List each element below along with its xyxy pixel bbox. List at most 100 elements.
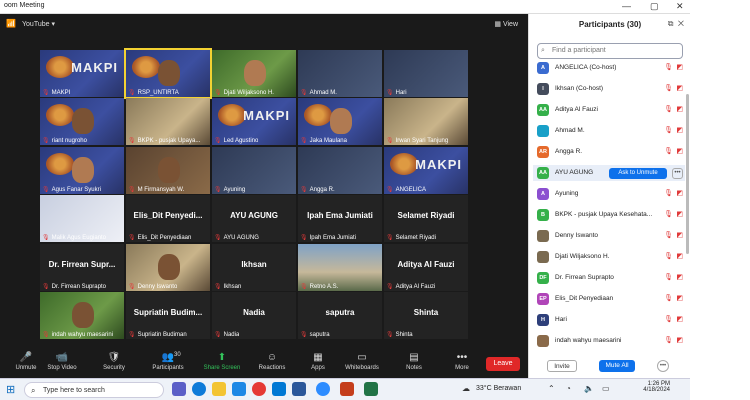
video-tile[interactable]: Elis_Dit Penyedi... 🎙 Elis_Dit Penyediaan	[126, 195, 210, 242]
video-tile[interactable]: MAKPI 🎙 MAKPI	[40, 50, 124, 97]
tile-name-label: 🎙 Retno A.S.	[300, 283, 338, 290]
video-tile[interactable]: 🎙 M Firmansyah W.	[126, 147, 210, 194]
video-tile[interactable]: 🎙 Ayuning	[212, 147, 296, 194]
close-icon[interactable]: ✕	[676, 1, 684, 12]
video-tile[interactable]: MAKPI 🎙 ANGELICA	[384, 147, 468, 194]
tile-name-text: Irwan Syari Tanjung	[395, 138, 449, 144]
participant-row[interactable]: A ANGELICA (Co-host) 🎙 ◩	[533, 60, 685, 76]
toolbar-more-button[interactable]: ••• More	[440, 352, 484, 371]
panel-more-button[interactable]: •••	[657, 360, 669, 372]
participant-row[interactable]: AA Aditya Al Fauzi 🎙 ◩	[533, 102, 685, 118]
edge-icon[interactable]	[192, 382, 206, 396]
zoom-icon[interactable]	[316, 382, 330, 396]
participant-row[interactable]: Ahmad M. 🎙 ◩	[533, 123, 685, 139]
store-icon[interactable]	[232, 382, 246, 396]
video-tile[interactable]: 🎙 indah wahyu maesarini	[40, 292, 124, 339]
maximize-icon[interactable]: ▢	[650, 1, 659, 12]
participant-row[interactable]: indah wahyu maesarini 🎙 ◩	[533, 333, 685, 349]
toolbar-participants-button[interactable]: 👥 30 Participants	[146, 352, 190, 371]
search-icon: ⌕	[541, 47, 545, 54]
toolbar-security-button[interactable]: 🛡 Security	[92, 352, 136, 371]
leave-button[interactable]: Leave	[486, 357, 520, 371]
video-tile[interactable]: Shinta 🎙 Shinta	[384, 292, 468, 339]
video-off-icon: ◩	[676, 85, 683, 92]
file-explorer-icon[interactable]	[212, 382, 226, 396]
toolbar-reactions-button[interactable]: ☺ Reactions	[250, 352, 294, 371]
participant-row[interactable]: EP Elis_Dit Penyediaan 🎙 ◩	[533, 291, 685, 307]
ask-to-unmute-button[interactable]: Ask to Unmute	[609, 168, 667, 179]
mail-icon[interactable]	[272, 382, 286, 396]
participant-row[interactable]: AR Angga R. 🎙 ◩	[533, 144, 685, 160]
battery-icon[interactable]: ▭	[602, 384, 610, 393]
video-tile[interactable]: Aditya Al Fauzi 🎙 Aditya Al Fauzi	[384, 244, 468, 291]
invite-button[interactable]: Invite	[547, 360, 577, 372]
video-tile[interactable]: Selamet Riyadi 🎙 Selamet Riyadi	[384, 195, 468, 242]
video-tile[interactable]: AYU AGUNG 🎙 AYU AGUNG	[212, 195, 296, 242]
video-tile[interactable]: 🎙 Malik Agus Eugianto	[40, 195, 124, 242]
toolbar-stop-video-button[interactable]: 📹 Stop Video	[40, 352, 84, 371]
video-tile[interactable]: 🎙 Djati Wiljaksono H.	[212, 50, 296, 97]
video-tile[interactable]: 🎙 Ahmad M.	[298, 50, 382, 97]
panel-scrollbar[interactable]	[686, 94, 689, 254]
video-tile[interactable]: Ipah Ema Jumiati 🎙 Ipah Ema Jumiati	[298, 195, 382, 242]
network-icon[interactable]: ◔	[566, 384, 571, 393]
tile-name-text: Jaka Maulana	[309, 138, 347, 144]
video-tile[interactable]: 🎙 Hari	[384, 50, 468, 97]
video-tile[interactable]: 🎙 BKPK - pusjak Upaya...	[126, 98, 210, 145]
minimize-icon[interactable]: —	[622, 1, 631, 11]
participant-row[interactable]: AA AYU AGUNG Ask to Unmute •••	[533, 165, 685, 181]
word-icon[interactable]	[292, 382, 306, 396]
video-tile[interactable]: 🎙 Irwan Syari Tanjung	[384, 98, 468, 145]
windows-start-icon[interactable]: ⊞	[6, 383, 15, 396]
video-tile[interactable]: saputra 🎙 saputra	[298, 292, 382, 339]
logo-text: MAKPI	[71, 60, 118, 75]
participant-row[interactable]: H Hari 🎙 ◩	[533, 312, 685, 328]
tile-name-label: 🎙 MAKPI	[42, 89, 70, 96]
view-button[interactable]: ▦ View	[494, 20, 518, 28]
participant-row[interactable]: Denny Iswanto 🎙 ◩	[533, 228, 685, 244]
toolbar-share-screen-button[interactable]: ⬆ Share Screen	[200, 352, 244, 371]
system-clock[interactable]: 1:26 PM 4/18/2024	[630, 381, 670, 393]
chrome-icon[interactable]	[252, 382, 266, 396]
powerpoint-icon[interactable]	[340, 382, 354, 396]
muted-mic-icon: 🎙	[664, 232, 673, 239]
video-tile[interactable]: Nadia 🎙 Nadia	[212, 292, 296, 339]
reactions-icon: ☺	[266, 352, 278, 363]
chevron-up-icon[interactable]: ⌃	[548, 384, 555, 393]
toolbar-apps-button[interactable]: ▦ Apps	[296, 352, 340, 371]
task-view-icon[interactable]	[172, 382, 186, 396]
toolbar-whiteboards-button[interactable]: ▭ Whiteboards	[340, 352, 384, 371]
muted-mic-icon: 🎙	[386, 332, 394, 338]
video-tile[interactable]: 🎙 Retno A.S.	[298, 244, 382, 291]
video-tile[interactable]: 🎙 riant nugroho	[40, 98, 124, 145]
participant-row[interactable]: DF Dr. Firrean Suprapto 🎙 ◩	[533, 270, 685, 286]
video-tile[interactable]: 🎙 Jaka Maulana	[298, 98, 382, 145]
muted-mic-icon: 🎙	[214, 332, 222, 338]
taskbar-search-input[interactable]: ⌕ Type here to search	[24, 382, 164, 398]
live-source-dropdown[interactable]: YouTube ▾	[22, 20, 55, 28]
meeting-toolbar: 🎤 Unmute 📹 Stop Video 🛡 Security 👥 30 Participan…	[0, 350, 528, 378]
tile-name-label: 🎙 Selamet Riyadi	[386, 234, 436, 241]
video-tile[interactable]: Ikhsan 🎙 Ikhsan	[212, 244, 296, 291]
excel-icon[interactable]	[364, 382, 378, 396]
video-tile[interactable]: Dr. Firrean Supr... 🎙 Dr. Firrean Suprapto	[40, 244, 124, 291]
participant-row[interactable]: A Ayuning 🎙 ◩	[533, 186, 685, 202]
video-tile[interactable]: MAKPI 🎙 Led Agustino	[212, 98, 296, 145]
participant-row[interactable]: Djati Wiljaksono H. 🎙 ◩	[533, 249, 685, 265]
popout-icon[interactable]: ⧉	[668, 19, 674, 28]
toolbar-notes-button[interactable]: ▤ Notes	[392, 352, 436, 371]
volume-icon[interactable]: 🔈	[584, 384, 594, 393]
makpi-logo	[304, 104, 332, 126]
participant-more-button[interactable]: •••	[672, 168, 683, 179]
video-tile[interactable]: 🎙 RSP_UNTIRTA	[124, 48, 212, 99]
video-tile[interactable]: Supriatin Budim... 🎙 Supriatin Budiman	[126, 292, 210, 339]
panel-close-icon[interactable]: ✕	[678, 19, 684, 28]
participant-search-input[interactable]: ⌕ Find a participant	[537, 43, 683, 59]
mute-all-button[interactable]: Mute All	[599, 360, 635, 372]
video-tile[interactable]: 🎙 Denny Iswanto	[126, 244, 210, 291]
participant-row[interactable]: B BKPK - pusjak Upaya Kesehata... 🎙 ◩	[533, 207, 685, 223]
windows-taskbar: ⊞ ⌕ Type here to search ☁ 33°C Berawan ⌃…	[0, 378, 690, 400]
video-tile[interactable]: 🎙 Angga R.	[298, 147, 382, 194]
participant-row[interactable]: I Ikhsan (Co-host) 🎙 ◩	[533, 81, 685, 97]
video-tile[interactable]: 🎙 Agus Fanar Syukri	[40, 147, 124, 194]
